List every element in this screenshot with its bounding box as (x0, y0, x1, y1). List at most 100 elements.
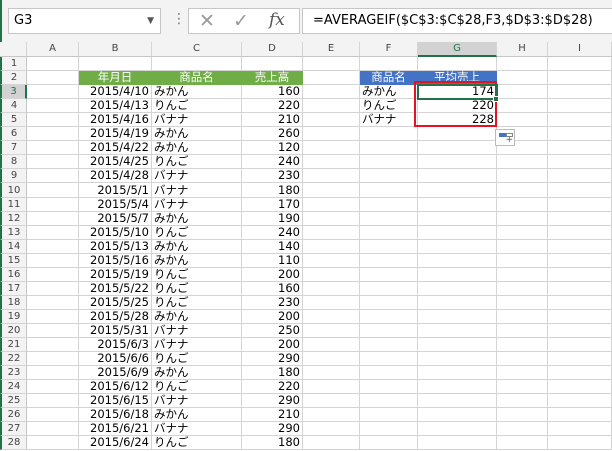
table-cell-b25[interactable]: 2015/6/15 (79, 394, 152, 408)
cell-a4[interactable] (27, 99, 79, 113)
cell-i6[interactable] (548, 127, 612, 141)
table-cell-b4[interactable]: 2015/4/13 (79, 99, 152, 113)
row-header-9[interactable]: 9 (0, 169, 27, 183)
table-cell-d12[interactable]: 190 (242, 212, 303, 226)
column-header-a[interactable]: A (27, 42, 79, 57)
cell-a13[interactable] (27, 226, 79, 240)
row-header-7[interactable]: 7 (0, 141, 27, 155)
cell-e8[interactable] (303, 155, 360, 169)
table-cell-c13[interactable]: りんご (152, 226, 242, 240)
cell-f22[interactable] (360, 352, 418, 366)
row-header-14[interactable]: 14 (0, 240, 27, 254)
table-cell-d20[interactable]: 250 (242, 324, 303, 338)
summary-cell-f3[interactable]: みかん (360, 85, 418, 99)
table-cell-b23[interactable]: 2015/6/9 (79, 366, 152, 380)
table-header-b2[interactable]: 年月日 (79, 71, 152, 85)
row-header-23[interactable]: 23 (0, 366, 27, 380)
cell-a11[interactable] (27, 198, 79, 212)
row-header-19[interactable]: 19 (0, 310, 27, 324)
cell-h28[interactable] (497, 436, 548, 450)
cell-b1[interactable] (79, 57, 152, 71)
cell-i5[interactable] (548, 113, 612, 127)
cell-h20[interactable] (497, 324, 548, 338)
cell-a19[interactable] (27, 310, 79, 324)
cell-h23[interactable] (497, 366, 548, 380)
row-header-8[interactable]: 8 (0, 155, 27, 169)
summary-cell-f4[interactable]: りんご (360, 99, 418, 113)
cell-h16[interactable] (497, 268, 548, 282)
cell-h10[interactable] (497, 183, 548, 198)
row-header-13[interactable]: 13 (0, 226, 27, 240)
table-cell-b20[interactable]: 2015/5/31 (79, 324, 152, 338)
cell-h14[interactable] (497, 240, 548, 254)
table-cell-d24[interactable]: 220 (242, 380, 303, 394)
cell-g7[interactable] (418, 141, 497, 155)
cell-f10[interactable] (360, 183, 418, 198)
cell-g16[interactable] (418, 268, 497, 282)
cell-h27[interactable] (497, 422, 548, 436)
row-header-16[interactable]: 16 (0, 268, 27, 282)
cell-e7[interactable] (303, 141, 360, 155)
cell-h9[interactable] (497, 169, 548, 183)
cell-g14[interactable] (418, 240, 497, 254)
cell-i28[interactable] (548, 436, 612, 450)
cell-g1[interactable] (418, 57, 497, 71)
cell-e26[interactable] (303, 408, 360, 422)
cell-g11[interactable] (418, 198, 497, 212)
column-header-g[interactable]: G (418, 42, 497, 57)
column-header-i[interactable]: I (548, 42, 612, 57)
cell-a16[interactable] (27, 268, 79, 282)
table-cell-c18[interactable]: りんご (152, 296, 242, 310)
summary-header-f2[interactable]: 商品名 (360, 71, 418, 85)
cell-g15[interactable] (418, 254, 497, 268)
cell-f14[interactable] (360, 240, 418, 254)
cell-f1[interactable] (360, 57, 418, 71)
table-cell-c3[interactable]: みかん (152, 85, 242, 99)
row-header-17[interactable]: 17 (0, 282, 27, 296)
table-cell-c21[interactable]: バナナ (152, 338, 242, 352)
row-header-27[interactable]: 27 (0, 422, 27, 436)
row-header-12[interactable]: 12 (0, 212, 27, 226)
cell-a14[interactable] (27, 240, 79, 254)
table-cell-c8[interactable]: りんご (152, 155, 242, 169)
cell-a18[interactable] (27, 296, 79, 310)
table-cell-b21[interactable]: 2015/6/3 (79, 338, 152, 352)
cell-f15[interactable] (360, 254, 418, 268)
insert-function-icon[interactable]: fx (269, 10, 285, 30)
cell-a1[interactable] (27, 57, 79, 71)
table-cell-c28[interactable]: りんご (152, 436, 242, 450)
cell-i24[interactable] (548, 380, 612, 394)
row-header-21[interactable]: 21 (0, 338, 27, 352)
table-cell-d14[interactable]: 140 (242, 240, 303, 254)
cell-i4[interactable] (548, 99, 612, 113)
cell-e4[interactable] (303, 99, 360, 113)
row-header-25[interactable]: 25 (0, 394, 27, 408)
cell-e5[interactable] (303, 113, 360, 127)
cell-h17[interactable] (497, 282, 548, 296)
table-cell-d3[interactable]: 160 (242, 85, 303, 99)
cell-a25[interactable] (27, 394, 79, 408)
table-cell-b26[interactable]: 2015/6/18 (79, 408, 152, 422)
cell-a28[interactable] (27, 436, 79, 450)
table-cell-b12[interactable]: 2015/5/7 (79, 212, 152, 226)
cell-i2[interactable] (548, 71, 612, 85)
cell-g13[interactable] (418, 226, 497, 240)
table-cell-d23[interactable]: 180 (242, 366, 303, 380)
cell-f9[interactable] (360, 169, 418, 183)
cell-f13[interactable] (360, 226, 418, 240)
cell-a20[interactable] (27, 324, 79, 338)
row-header-6[interactable]: 6 (0, 127, 27, 141)
table-cell-c4[interactable]: りんご (152, 99, 242, 113)
table-cell-d26[interactable]: 210 (242, 408, 303, 422)
row-header-24[interactable]: 24 (0, 380, 27, 394)
cell-h8[interactable] (497, 155, 548, 169)
cell-i14[interactable] (548, 240, 612, 254)
cell-e22[interactable] (303, 352, 360, 366)
chevron-down-icon[interactable]: ▼ (147, 9, 154, 33)
table-cell-d22[interactable]: 290 (242, 352, 303, 366)
table-cell-c12[interactable]: みかん (152, 212, 242, 226)
cell-f11[interactable] (360, 198, 418, 212)
row-header-4[interactable]: 4 (0, 99, 27, 113)
cell-h12[interactable] (497, 212, 548, 226)
cell-f12[interactable] (360, 212, 418, 226)
